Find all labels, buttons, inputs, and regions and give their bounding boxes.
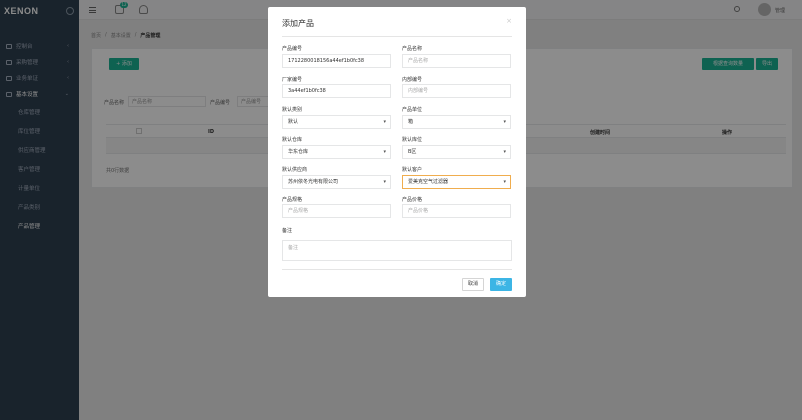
default-supplier-label: 默认供应商 xyxy=(282,167,308,173)
modal-title: 添加产品 xyxy=(282,19,314,28)
product-unit-value: 箱 xyxy=(408,119,414,125)
modal-divider xyxy=(282,36,512,37)
default-location-select[interactable]: B区 xyxy=(402,145,511,159)
product-price-label: 产品价格 xyxy=(402,197,423,203)
product-spec-label: 产品规格 xyxy=(282,197,303,203)
default-supplier-select[interactable]: 苏州依冬光电有限公司 xyxy=(282,175,391,189)
product-name-input[interactable]: 产品名称 xyxy=(402,54,511,68)
confirm-button[interactable]: 确定 xyxy=(490,278,512,291)
internal-code-input[interactable]: 内部编号 xyxy=(402,84,511,98)
default-customer-value: 爱美克空气过滤器 xyxy=(408,179,449,185)
remark-textarea[interactable]: 备注 xyxy=(282,240,512,261)
product-code-label: 产品编号 xyxy=(282,46,303,52)
close-icon[interactable]: × xyxy=(506,17,512,25)
default-category-select[interactable]: 默认 xyxy=(282,115,391,129)
product-code-input[interactable]: 1712280018156a44ef1b0fc38 xyxy=(282,54,391,68)
default-warehouse-label: 默认仓库 xyxy=(282,137,303,143)
default-location-value: B区 xyxy=(408,149,417,155)
default-location-label: 默认库位 xyxy=(402,137,423,143)
default-customer-select[interactable]: 爱美克空气过滤器 xyxy=(402,175,511,189)
cancel-button[interactable]: 取消 xyxy=(462,278,484,291)
default-category-value: 默认 xyxy=(288,119,299,125)
factory-code-label: 厂家编号 xyxy=(282,77,303,83)
product-spec-input[interactable]: 产品规格 xyxy=(282,204,391,218)
default-category-label: 默认类别 xyxy=(282,107,303,113)
product-price-input[interactable]: 产品价格 xyxy=(402,204,511,218)
factory-code-input[interactable]: 3a44ef1b0fc38 xyxy=(282,84,391,98)
default-supplier-value: 苏州依冬光电有限公司 xyxy=(288,179,339,185)
add-product-modal: 添加产品 × 产品编号 1712280018156a44ef1b0fc38 产品… xyxy=(268,7,526,297)
product-name-label: 产品名称 xyxy=(402,46,423,52)
default-customer-label: 默认客户 xyxy=(402,167,423,173)
product-unit-label: 产品单位 xyxy=(402,107,423,113)
product-unit-select[interactable]: 箱 xyxy=(402,115,511,129)
internal-code-label: 内部编号 xyxy=(402,77,423,83)
remark-label: 备注 xyxy=(282,228,293,234)
default-warehouse-value: 华东仓库 xyxy=(288,149,309,155)
modal-footer-divider xyxy=(282,269,512,270)
default-warehouse-select[interactable]: 华东仓库 xyxy=(282,145,391,159)
